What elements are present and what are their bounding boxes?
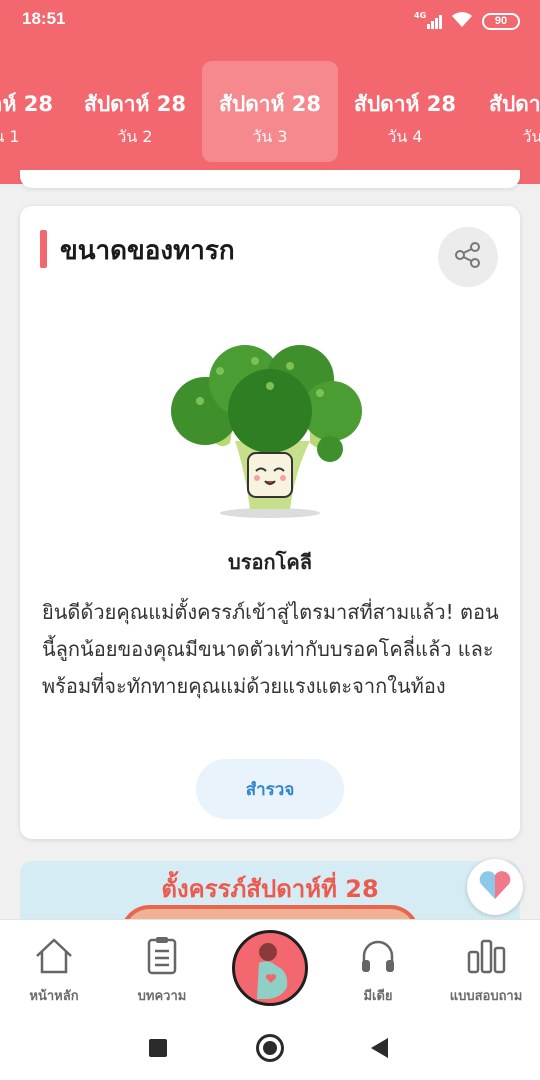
bar-chart-icon [464,934,508,978]
heart-icon [478,869,512,905]
nav-label: แบบสอบถาม [449,989,523,1004]
network-type: 4G [414,11,427,20]
tab-day-label: วัน 4 [387,127,423,146]
signal-icon: 4G [414,11,442,29]
tab-day-3[interactable]: สัปดาห์ 28 วัน 3 [202,61,338,162]
previous-card [20,170,520,188]
tab-day-label: วัน 2 [117,127,153,146]
nav-pregnancy[interactable] [232,930,308,1006]
title-accent-bar [40,230,47,268]
nav-label: มีเดีย [363,989,393,1004]
card-description: ยินดีด้วยคุณแม่ตั้งครรภ์เข้าสู่ไตรมาสที่… [42,600,499,698]
status-time: 18:51 [22,9,66,28]
tab-day-label: วัน 5 [522,127,540,146]
status-icons: 4G 90 [414,10,520,32]
broccoli-illustration [160,331,380,521]
app-header: 18:51 4G 90 สัปดาห์ 28 วัน 1 สัปดาห์ 28 [0,0,540,184]
day-tabs: สัปดาห์ 28 วัน 1 สัปดาห์ 28 วัน 2 สัปดาห… [0,61,540,163]
tab-day-label: วัน 1 [0,127,20,146]
share-icon [453,240,483,274]
tab-week-label: สัปดาห์ 28 [489,92,540,116]
baby-size-card: ขนาดของทารก บรอกโคลี ยินดีด้วยคุณแม่ตั้ง… [20,206,520,839]
fruit-name: บรอกโคลี [228,550,312,574]
clipboard-icon [140,934,184,978]
tab-day-1[interactable]: สัปดาห์ 28 วัน 1 [0,61,70,162]
status-bar: 18:51 4G 90 [0,0,540,40]
nav-label: หน้าหลัก [29,989,79,1004]
tab-day-4[interactable]: สัปดาห์ 28 วัน 4 [337,61,473,162]
nav-articles[interactable]: บทความ [108,920,216,1016]
tab-week-label: สัปดาห์ 28 [84,92,186,116]
tab-week-label: สัปดาห์ 28 [354,92,456,116]
nav-label: บทความ [137,989,187,1004]
battery-icon: 90 [482,12,520,30]
wifi-icon [450,10,474,32]
nav-survey[interactable]: แบบสอบถาม [432,920,540,1016]
headphones-icon [356,934,400,978]
system-navigation [0,1015,540,1080]
home-icon [32,934,76,978]
explore-button[interactable]: สำรวจ [196,759,344,819]
card-title: ขนาดของทารก [60,236,235,266]
tab-day-5[interactable]: สัปดาห์ 28 วัน 5 [472,61,540,162]
home-button[interactable] [256,1034,284,1062]
bottom-navigation: หน้าหลัก บทความ มีเดีย แบบสอบถาม [0,919,540,1015]
tab-week-label: สัปดาห์ 28 [219,92,321,116]
tab-day-label: วัน 3 [252,127,288,146]
tab-week-label: สัปดาห์ 28 [0,92,53,116]
back-button[interactable] [371,1038,388,1058]
recents-button[interactable] [149,1039,167,1057]
nav-home[interactable]: หน้าหลัก [0,920,108,1016]
pregnancy-icon [235,933,305,1003]
tab-day-2[interactable]: สัปดาห์ 28 วัน 2 [67,61,203,162]
banner-title: ตั้งครรภ์สัปดาห์ที่ 28 [161,875,379,903]
share-button[interactable] [438,227,498,287]
nav-media[interactable]: มีเดีย [324,920,432,1016]
heart-button[interactable] [467,859,523,915]
